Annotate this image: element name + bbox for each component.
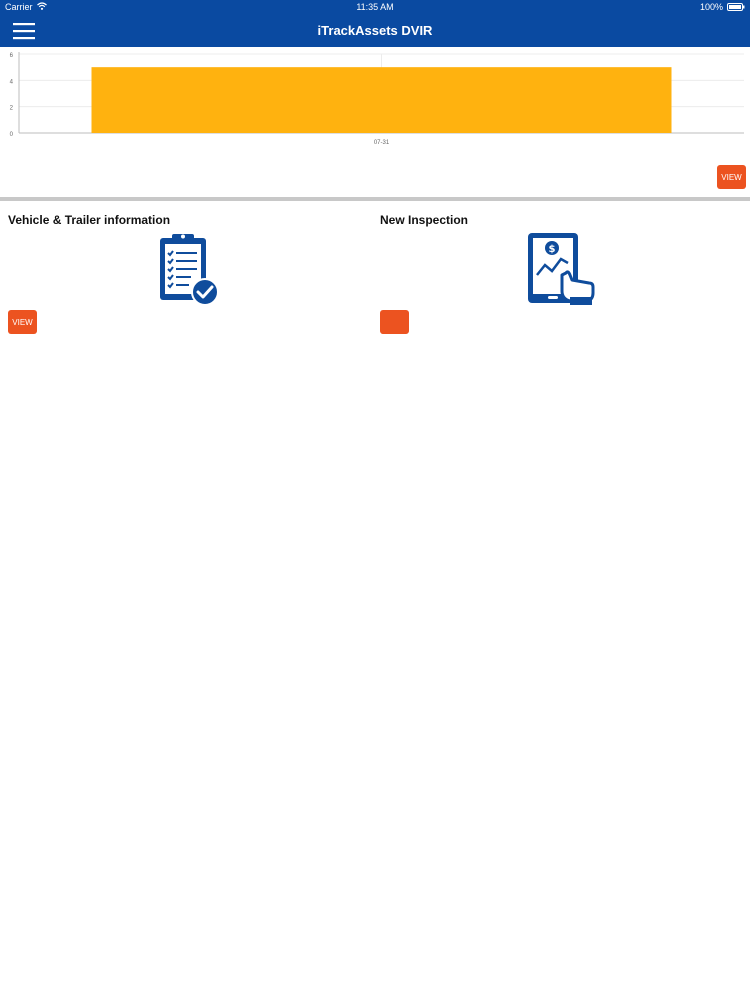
chart-view-button[interactable]: VIEW [717,165,746,189]
tablet-touch-icon: $ [528,233,595,305]
svg-text:$: $ [549,244,556,255]
vehicle-view-button[interactable]: VIEW [8,310,37,334]
bar [91,67,672,133]
new-inspection-title: New Inspection [380,213,469,227]
bar-chart: 0 2 4 6 07-31 [10,52,744,146]
y-tick-label: 4 [10,79,14,85]
nav-bar: iTrackAssets DVIR [0,15,750,47]
y-tick-label: 2 [10,106,14,112]
new-inspection-button[interactable] [380,310,409,334]
vehicle-trailer-title: Vehicle & Trailer information [8,213,171,227]
clipboard-check-icon [160,234,219,306]
y-tick-label: 6 [10,53,14,59]
x-tick-label: 07-31 [374,140,390,146]
section-divider [0,197,750,201]
battery-percent: 100% [699,2,723,12]
clock: 11:35 AM [356,2,394,12]
y-tick-label: 0 [10,132,14,138]
page-title: iTrackAssets DVIR [317,23,433,38]
status-bar: Carrier 11:35 AM 100% [0,0,750,15]
battery-icon [727,3,745,11]
inspection-chart: 0 2 4 6 07-31 [0,47,750,157]
